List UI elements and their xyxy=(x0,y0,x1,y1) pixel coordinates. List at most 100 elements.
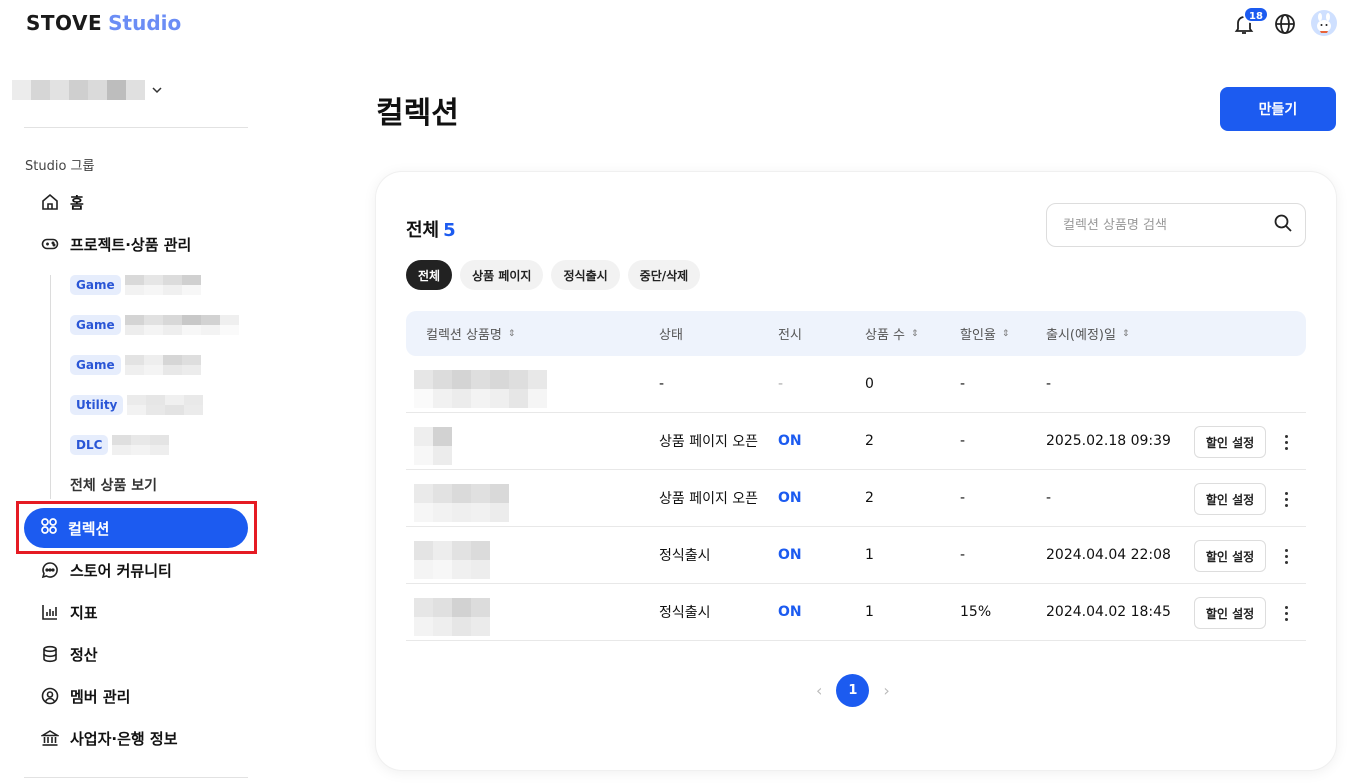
discount-settings-button[interactable]: 할인 설정 xyxy=(1194,597,1266,629)
collection-card: 전체5 전체 상품 페이지 정식출시 중단/삭제 컬렉션 상품명⇕ 상태 전시 … xyxy=(376,172,1336,770)
studio-selector[interactable] xyxy=(12,78,162,102)
type-tag: DLC xyxy=(70,435,109,455)
type-tag: Game xyxy=(70,315,121,335)
sidebar-subitem[interactable]: DLC xyxy=(70,433,170,457)
sidebar-item-metrics[interactable]: 지표 xyxy=(40,600,98,624)
sort-icon: ⇕ xyxy=(911,328,919,339)
blurred-name xyxy=(124,275,201,295)
column-date[interactable]: 출시(예정)일 ⇕ xyxy=(1046,311,1130,356)
gamepad-icon xyxy=(40,234,60,254)
sidebar-item-label: 지표 xyxy=(70,603,98,622)
page-number[interactable]: 1 xyxy=(836,674,870,707)
sidebar-item-business[interactable]: 사업자·은행 정보 xyxy=(40,726,178,750)
divider xyxy=(24,127,248,128)
total-count: 전체 5 xyxy=(406,220,456,241)
filter-chips: 전체 상품 페이지 정식출시 중단/삭제 xyxy=(406,260,701,290)
display-cell: ON xyxy=(778,547,802,563)
filter-released[interactable]: 정식출시 xyxy=(551,260,620,290)
notification-badge: 18 xyxy=(1243,6,1269,23)
discount-cell: 15% xyxy=(960,604,992,620)
sidebar-item-projects[interactable]: 프로젝트·상품 관리 xyxy=(40,232,191,256)
column-display: 전시 xyxy=(778,328,802,343)
search-input[interactable] xyxy=(1063,217,1273,233)
sidebar-item-label: 홈 xyxy=(70,193,84,212)
sidebar-subitem[interactable]: Game xyxy=(70,273,201,297)
sidebar-item-members[interactable]: 멤버 관리 xyxy=(40,684,130,708)
stove-studio-logo[interactable]: STOVE Studio xyxy=(26,11,181,35)
collection-icon xyxy=(40,517,58,539)
table-row[interactable]: 상품 페이지 오픈 ON 2 - - 할인 설정 xyxy=(406,470,1306,527)
display-cell: ON xyxy=(778,433,802,449)
blurred-studio-name xyxy=(12,80,145,100)
filter-all[interactable]: 전체 xyxy=(406,260,453,290)
sidebar-item-settlement[interactable]: 정산 xyxy=(40,642,98,666)
column-discount[interactable]: 할인율 ⇕ xyxy=(960,311,1009,356)
filter-stopped[interactable]: 중단/삭제 xyxy=(627,260,701,290)
blurred-thumbnail xyxy=(414,541,490,579)
blurred-thumbnail xyxy=(414,598,490,636)
globe-icon[interactable] xyxy=(1273,12,1297,36)
discount-settings-button[interactable]: 할인 설정 xyxy=(1194,483,1266,515)
sidebar-subitem[interactable]: Game xyxy=(70,313,239,337)
search-icon[interactable] xyxy=(1273,213,1293,237)
avatar[interactable] xyxy=(1311,10,1337,36)
table-row[interactable]: 정식출시 ON 1 - 2024.04.04 22:08 할인 설정 xyxy=(406,527,1306,584)
date-cell: - xyxy=(1046,490,1052,506)
type-tag: Utility xyxy=(70,395,124,415)
column-status: 상태 xyxy=(659,328,683,343)
bank-icon xyxy=(40,728,60,748)
more-options-icon[interactable] xyxy=(1278,601,1294,625)
discount-settings-button[interactable]: 할인 설정 xyxy=(1194,426,1266,458)
count-cell: 2 xyxy=(865,490,874,506)
chevron-right-icon[interactable]: › xyxy=(883,681,889,700)
sidebar-item-label: 멤버 관리 xyxy=(70,687,131,706)
discount-cell: - xyxy=(960,433,966,449)
date-cell: 2024.04.04 22:08 xyxy=(1046,547,1171,563)
submenu-line xyxy=(50,275,51,499)
status-cell: 정식출시 xyxy=(659,548,711,564)
count-cell: 1 xyxy=(865,604,874,620)
sidebar-item-label: 컬렉션 xyxy=(68,519,110,538)
sidebar-item-label: 사업자·은행 정보 xyxy=(70,729,178,748)
sidebar-subitem[interactable]: Utility xyxy=(70,393,204,417)
sidebar-item-label: 정산 xyxy=(70,645,98,664)
sidebar-item-label: 스토어 커뮤니티 xyxy=(70,561,172,580)
more-options-icon[interactable] xyxy=(1278,544,1294,568)
sidebar-item-community[interactable]: 스토어 커뮤니티 xyxy=(40,558,172,582)
type-tag: Game xyxy=(70,355,121,375)
top-bar: STOVE Studio 18 xyxy=(0,0,1358,48)
more-options-icon[interactable] xyxy=(1278,487,1294,511)
table-row[interactable]: 정식출시 ON 1 15% 2024.04.02 18:45 할인 설정 xyxy=(406,584,1306,641)
table-row[interactable]: - - 0 - - xyxy=(406,356,1306,413)
blurred-name xyxy=(112,435,170,455)
chevron-left-icon[interactable]: ‹ xyxy=(816,681,822,700)
filter-product-page[interactable]: 상품 페이지 xyxy=(460,260,544,290)
blurred-name xyxy=(124,315,239,335)
create-button[interactable]: 만들기 xyxy=(1220,87,1336,131)
status-cell: - xyxy=(659,376,665,392)
blurred-thumbnail xyxy=(414,427,452,465)
count-cell: 0 xyxy=(865,376,874,392)
date-cell: - xyxy=(1046,376,1052,392)
column-name[interactable]: 컬렉션 상품명 ⇕ xyxy=(426,311,515,356)
pagination: ‹ 1 › xyxy=(816,674,890,707)
column-count[interactable]: 상품 수 ⇕ xyxy=(865,311,919,356)
display-cell: - xyxy=(778,376,784,392)
chart-icon xyxy=(40,602,60,622)
discount-cell: - xyxy=(960,376,966,392)
count-cell: 2 xyxy=(865,433,874,449)
sidebar-subitem[interactable]: Game xyxy=(70,353,201,377)
sort-icon: ⇕ xyxy=(1121,328,1130,339)
discount-settings-button[interactable]: 할인 설정 xyxy=(1194,540,1266,572)
chat-icon xyxy=(40,560,60,580)
sort-icon: ⇕ xyxy=(1001,328,1010,339)
display-cell: ON xyxy=(778,490,802,506)
all-products-link[interactable]: 전체 상품 보기 xyxy=(70,475,157,495)
sidebar-item-home[interactable]: 홈 xyxy=(40,190,84,214)
search-box[interactable] xyxy=(1046,203,1306,247)
sidebar-item-collection[interactable]: 컬렉션 xyxy=(24,508,248,548)
blurred-thumbnail xyxy=(414,484,509,522)
status-cell: 상품 페이지 오픈 xyxy=(659,434,759,450)
more-options-icon[interactable] xyxy=(1278,430,1294,454)
table-row[interactable]: 상품 페이지 오픈 ON 2 - 2025.02.18 09:39 할인 설정 xyxy=(406,413,1306,470)
